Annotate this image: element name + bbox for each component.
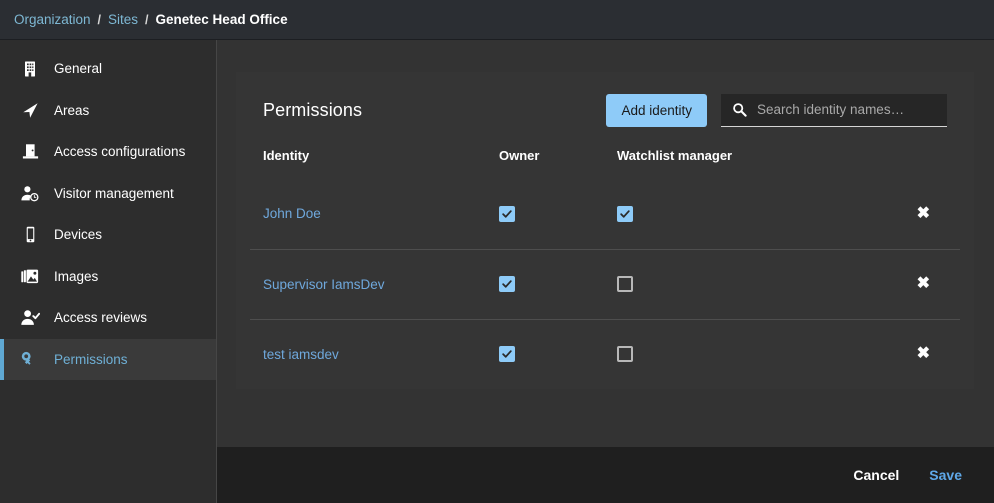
permissions-card: Permissions Add identity: [236, 72, 974, 389]
table-row: Supervisor IamsDev: [250, 249, 960, 319]
table-row: John Doe: [250, 179, 960, 249]
table-header: Identity Owner Watchlist manager: [250, 148, 960, 179]
cancel-button[interactable]: Cancel: [845, 461, 907, 489]
sidebar-item-general[interactable]: General: [0, 48, 216, 90]
footer-bar: Cancel Save: [217, 447, 994, 503]
sidebar-item-label: Permissions: [54, 352, 128, 367]
identity-link[interactable]: John Doe: [263, 206, 321, 221]
person-check-icon: [20, 308, 40, 328]
breadcrumb-item-current: Genetec Head Office: [156, 12, 288, 27]
identity-cell: test iamsdev: [250, 319, 499, 389]
identity-link[interactable]: Supervisor IamsDev: [263, 277, 385, 292]
close-icon[interactable]: ✖: [911, 342, 936, 366]
building-icon: [20, 59, 40, 79]
breadcrumb-item-organization[interactable]: Organization: [14, 12, 91, 27]
watchlist-manager-checkbox[interactable]: [617, 276, 633, 292]
watchlist-manager-cell: [617, 249, 879, 319]
sidebar-item-access-reviews[interactable]: Access reviews: [0, 297, 216, 339]
sidebar-item-label: General: [54, 61, 102, 76]
sidebar-item-label: Devices: [54, 227, 102, 242]
action-cell: ✖: [879, 319, 960, 389]
identity-cell: John Doe: [250, 179, 499, 249]
sidebar-item-areas[interactable]: Areas: [0, 90, 216, 132]
person-clock-icon: [20, 183, 40, 203]
app-window: Organization / Sites / Genetec Head Offi…: [0, 0, 994, 503]
table-body: John Doe: [250, 179, 960, 389]
watchlist-manager-cell: [617, 319, 879, 389]
owner-checkbox[interactable]: [499, 346, 515, 362]
sidebar-item-visitor-management[interactable]: Visitor management: [0, 173, 216, 215]
breadcrumb-separator: /: [98, 13, 101, 27]
action-cell: ✖: [879, 249, 960, 319]
content-area: General Areas Access configurations Visi…: [0, 40, 994, 503]
sidebar-item-label: Areas: [54, 103, 89, 118]
column-header-owner: Owner: [499, 148, 617, 179]
top-bar: Organization / Sites / Genetec Head Offi…: [0, 0, 994, 40]
sidebar-item-access-configurations[interactable]: Access configurations: [0, 131, 216, 173]
breadcrumb: Organization / Sites / Genetec Head Offi…: [14, 12, 288, 27]
save-button[interactable]: Save: [921, 461, 970, 489]
column-header-actions: [879, 148, 960, 179]
permissions-table: Identity Owner Watchlist manager John Do…: [250, 148, 960, 389]
sidebar-item-images[interactable]: Images: [0, 256, 216, 298]
search-icon: [732, 102, 747, 117]
add-identity-button[interactable]: Add identity: [606, 94, 707, 127]
column-header-watchlist-manager: Watchlist manager: [617, 148, 879, 179]
search-box[interactable]: [721, 94, 947, 127]
table-row: test iamsdev: [250, 319, 960, 389]
navigation-arrow-icon: [20, 100, 40, 120]
owner-checkbox[interactable]: [499, 276, 515, 292]
sidebar-item-permissions[interactable]: Permissions: [0, 339, 216, 381]
watchlist-manager-checkbox[interactable]: [617, 346, 633, 362]
watchlist-manager-checkbox[interactable]: [617, 206, 633, 222]
door-icon: [20, 142, 40, 162]
search-input[interactable]: [757, 102, 939, 117]
page-title: Permissions: [263, 100, 606, 121]
mobile-device-icon: [20, 225, 40, 245]
watchlist-manager-cell: [617, 179, 879, 249]
identity-cell: Supervisor IamsDev: [250, 249, 499, 319]
action-cell: ✖: [879, 179, 960, 249]
sidebar-item-label: Access configurations: [54, 144, 185, 159]
card-header: Permissions Add identity: [250, 72, 960, 148]
main-panel: Permissions Add identity: [217, 40, 994, 503]
owner-cell: [499, 179, 617, 249]
sidebar-item-devices[interactable]: Devices: [0, 214, 216, 256]
breadcrumb-separator: /: [145, 13, 148, 27]
key-icon: [20, 349, 40, 369]
owner-cell: [499, 249, 617, 319]
table-header-row: Identity Owner Watchlist manager: [250, 148, 960, 179]
images-icon: [20, 266, 40, 286]
identity-link[interactable]: test iamsdev: [263, 347, 339, 362]
sidebar-item-label: Visitor management: [54, 186, 174, 201]
sidebar: General Areas Access configurations Visi…: [0, 40, 217, 503]
close-icon[interactable]: ✖: [911, 202, 936, 226]
column-header-identity: Identity: [250, 148, 499, 179]
owner-cell: [499, 319, 617, 389]
sidebar-item-label: Images: [54, 269, 98, 284]
main-scroll-region: Permissions Add identity: [217, 40, 994, 447]
owner-checkbox[interactable]: [499, 206, 515, 222]
sidebar-item-label: Access reviews: [54, 310, 147, 325]
close-icon[interactable]: ✖: [911, 272, 936, 296]
breadcrumb-item-sites[interactable]: Sites: [108, 12, 138, 27]
